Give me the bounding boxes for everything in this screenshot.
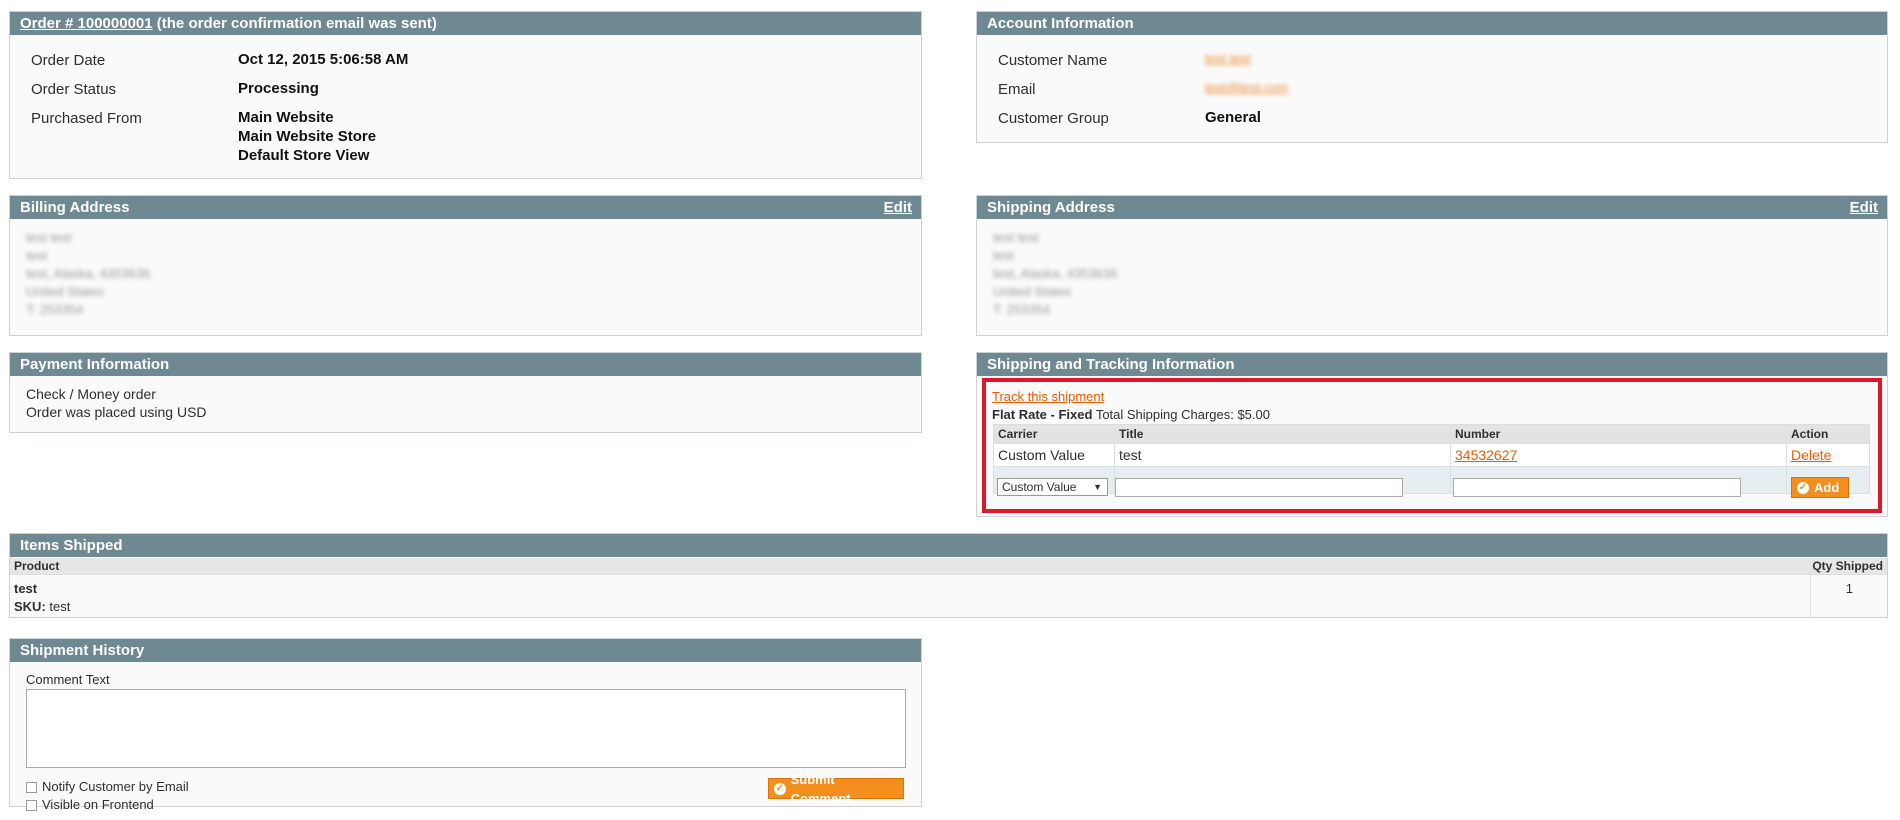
- tracking-number-cell: 34532627: [1450, 443, 1787, 467]
- shipping-address-lines: test test test test, Alaska, 4353636 Uni…: [993, 229, 1117, 319]
- shipping-method-name: Flat Rate - Fixed: [992, 407, 1093, 422]
- payment-header: Payment Information: [10, 353, 921, 376]
- notify-customer-checkbox[interactable]: [26, 782, 37, 793]
- col-number: Number: [1450, 424, 1787, 444]
- submit-comment-label: Submit Comment: [790, 771, 851, 806]
- order-number-link[interactable]: Order # 100000001: [20, 15, 153, 32]
- items-shipped-box: Items Shipped Product Qty Shipped test S…: [9, 533, 1888, 618]
- product-name: test: [14, 581, 38, 596]
- billing-address-header: Billing Address Edit: [10, 196, 921, 219]
- sku-value: test: [49, 599, 71, 614]
- email-label: Email: [998, 81, 1036, 98]
- order-box: Order # 100000001 (the order confirmatio…: [9, 11, 922, 179]
- col-action: Action: [1786, 424, 1870, 444]
- purchased-from-label: Purchased From: [31, 110, 142, 127]
- shipping-address-header: Shipping Address Edit: [977, 196, 1887, 219]
- chevron-down-icon: ▼: [1093, 482, 1102, 492]
- shipping-line: test test: [993, 230, 1039, 245]
- add-tracking-label: Add: [1814, 480, 1840, 495]
- order-email-note: (the order confirmation email was sent): [156, 15, 437, 32]
- items-col-divider: [1810, 558, 1811, 617]
- billing-line: United States: [26, 284, 105, 299]
- customer-group-label: Customer Group: [998, 110, 1109, 127]
- add-tracking-button[interactable]: ✓ Add: [1791, 477, 1849, 498]
- shipping-address-title: Shipping Address: [987, 199, 1115, 216]
- shipping-line: test, Alaska, 4353636: [993, 266, 1118, 281]
- billing-address-lines: test test test test, Alaska, 4353636 Uni…: [26, 229, 150, 319]
- tracking-carrier: Custom Value: [993, 443, 1115, 467]
- comment-text-label: Comment Text: [26, 672, 110, 687]
- notify-customer-label: Notify Customer by Email: [42, 779, 189, 794]
- shipping-line: T: 253354: [993, 302, 1051, 317]
- track-shipment-link[interactable]: Track this shipment: [992, 389, 1104, 404]
- purchased-store-view: Default Store View: [238, 147, 370, 164]
- tracking-number-input[interactable]: [1453, 478, 1741, 497]
- billing-edit-link[interactable]: Edit: [884, 196, 912, 219]
- product-sku: SKU: test: [14, 599, 70, 614]
- order-status-label: Order Status: [31, 81, 117, 98]
- tracking-header: Shipping and Tracking Information: [977, 353, 1887, 376]
- customer-name-link[interactable]: test test: [1205, 51, 1251, 66]
- shipping-line: United States: [993, 284, 1072, 299]
- order-date-value: Oct 12, 2015 5:06:58 AM: [238, 51, 409, 68]
- payment-currency: Order was placed using USD: [26, 404, 207, 420]
- billing-line: T: 253354: [26, 302, 84, 317]
- check-circle-icon: ✓: [774, 782, 786, 795]
- billing-address-box: Billing Address Edit test test test test…: [9, 195, 922, 336]
- comment-textarea[interactable]: [26, 689, 906, 768]
- col-product: Product: [14, 559, 60, 573]
- customer-email-link[interactable]: test@test.com: [1205, 80, 1288, 95]
- shipping-edit-link[interactable]: Edit: [1850, 196, 1878, 219]
- billing-line: test, Alaska, 4353636: [26, 266, 151, 281]
- tracking-table-header: Carrier Title Number Action: [993, 424, 1870, 444]
- tracking-box: Shipping and Tracking Information Track …: [976, 352, 1888, 517]
- qty-shipped-value: 1: [1845, 581, 1853, 596]
- tracking-title: test: [1114, 443, 1451, 467]
- order-box-header: Order # 100000001 (the order confirmatio…: [10, 12, 921, 35]
- payment-box: Payment Information Check / Money order …: [9, 352, 922, 433]
- billing-line: test test: [26, 230, 72, 245]
- delete-tracking-link[interactable]: Delete: [1791, 447, 1831, 463]
- tracking-row: Custom Value test 34532627 Delete: [993, 443, 1870, 467]
- purchased-store: Main Website Store: [238, 128, 377, 145]
- payment-method: Check / Money order: [26, 386, 156, 402]
- items-shipped-header: Items Shipped: [10, 534, 1887, 557]
- visible-frontend-checkbox[interactable]: [26, 800, 37, 811]
- shipping-charges: Total Shipping Charges: $5.00: [1095, 407, 1270, 422]
- shipping-address-box: Shipping Address Edit test test test tes…: [976, 195, 1888, 336]
- submit-comment-button[interactable]: ✓ Submit Comment: [768, 772, 904, 806]
- purchased-from-value: Main Website Main Website Store Default …: [238, 108, 376, 165]
- shipment-history-header: Shipment History: [10, 639, 921, 662]
- order-date-label: Order Date: [31, 52, 106, 69]
- customer-name-label: Customer Name: [998, 52, 1108, 69]
- sku-label: SKU:: [14, 599, 46, 614]
- col-qty-shipped: Qty Shipped: [1812, 559, 1883, 573]
- tracking-action-cell: Delete: [1786, 443, 1870, 467]
- carrier-select[interactable]: Custom Value ▼: [997, 478, 1108, 496]
- account-box-header: Account Information: [977, 12, 1887, 35]
- order-status-value: Processing: [238, 80, 319, 97]
- shipment-history-box: Shipment History Comment Text Notify Cus…: [9, 638, 922, 812]
- billing-address-title: Billing Address: [20, 199, 130, 216]
- billing-line: test: [26, 248, 47, 263]
- shipping-method-line: Flat Rate - Fixed Total Shipping Charges…: [992, 407, 1270, 422]
- tracking-highlight-frame: Track this shipment Flat Rate - Fixed To…: [982, 378, 1882, 513]
- carrier-select-value: Custom Value: [1002, 480, 1077, 494]
- items-table-head: Product Qty Shipped: [10, 558, 1887, 575]
- customer-group-value: General: [1205, 109, 1261, 126]
- col-title: Title: [1114, 424, 1451, 444]
- check-circle-icon: ✓: [1797, 481, 1809, 494]
- col-carrier: Carrier: [993, 424, 1115, 444]
- purchased-website: Main Website: [238, 109, 334, 126]
- tracking-number-link[interactable]: 34532627: [1455, 447, 1517, 463]
- tracking-title-input[interactable]: [1115, 478, 1403, 497]
- shipping-line: test: [993, 248, 1014, 263]
- visible-frontend-label: Visible on Frontend: [42, 797, 154, 812]
- account-box: Account Information Customer Name test t…: [976, 11, 1888, 143]
